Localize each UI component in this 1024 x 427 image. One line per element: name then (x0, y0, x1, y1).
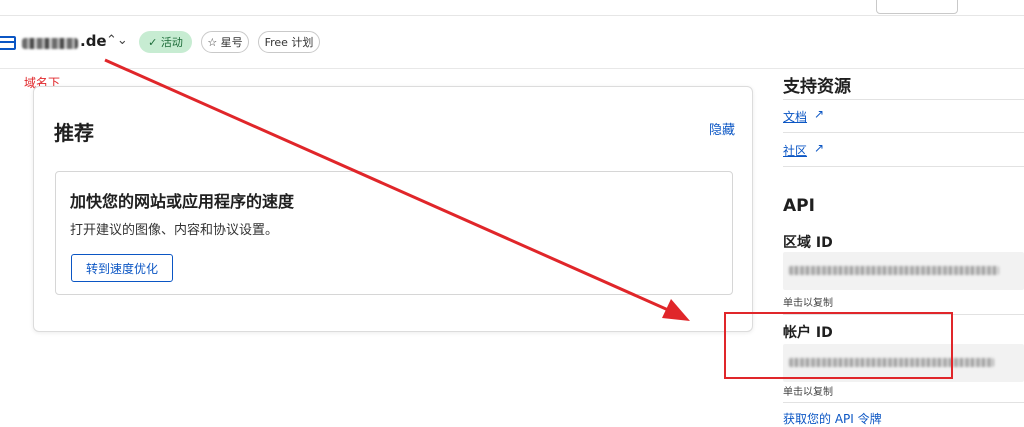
speed-recommendation: 加快您的网站或应用程序的速度 打开建议的图像、内容和协议设置。 转到速度优化 (55, 171, 733, 295)
site-window-icon (0, 36, 16, 50)
account-id-redacted (789, 358, 994, 367)
chevron-updown-icon[interactable]: ⌃⌄ (106, 33, 128, 48)
recommendations-title: 推荐 (54, 121, 94, 145)
account-id-label: 帐户 ID (783, 325, 833, 341)
status-badge-active: ✓ 活动 (139, 31, 192, 53)
divider (783, 166, 1024, 167)
zone-id-label: 区域 ID (783, 235, 833, 251)
star-button[interactable]: ☆ 星号 (201, 31, 249, 53)
speed-recommendation-description: 打开建议的图像、内容和协议设置。 (70, 223, 279, 238)
hide-link[interactable]: 隐藏 (709, 119, 735, 138)
account-id-value[interactable] (783, 344, 1024, 382)
domain-name-suffix[interactable]: .de (80, 32, 107, 50)
status-label: 活动 (160, 36, 183, 49)
top-bar (0, 0, 1024, 16)
speed-recommendation-title: 加快您的网站或应用程序的速度 (70, 192, 295, 211)
star-icon: ☆ (207, 35, 221, 49)
zone-id-value[interactable] (783, 252, 1024, 290)
recommendations-card: 推荐 隐藏 加快您的网站或应用程序的速度 打开建议的图像、内容和协议设置。 转到… (33, 86, 753, 332)
zone-id-copy-hint: 单击以复制 (783, 298, 833, 309)
check-icon: ✓ (148, 35, 161, 49)
plan-badge[interactable]: Free 计划 (258, 31, 320, 53)
support-resources-title: 支持资源 (783, 77, 851, 97)
go-to-speed-button[interactable]: 转到速度优化 (71, 254, 173, 282)
zone-id-redacted (789, 266, 999, 275)
divider (783, 314, 1024, 315)
domain-name-redacted (22, 38, 78, 49)
divider (783, 99, 1024, 100)
divider (783, 132, 1024, 133)
top-bar-button[interactable] (876, 0, 958, 14)
external-link-icon: ↗ (814, 141, 825, 155)
external-link-icon: ↗ (814, 107, 825, 121)
community-link[interactable]: 社区 (783, 142, 807, 159)
docs-link[interactable]: 文档 (783, 108, 807, 125)
plan-label: Free 计划 (264, 36, 314, 49)
api-token-link[interactable]: 获取您的 API 令牌 (783, 410, 882, 427)
star-label: 星号 (220, 36, 243, 49)
divider (783, 402, 1024, 403)
api-title: API (783, 196, 815, 216)
account-id-copy-hint: 单击以复制 (783, 387, 833, 398)
